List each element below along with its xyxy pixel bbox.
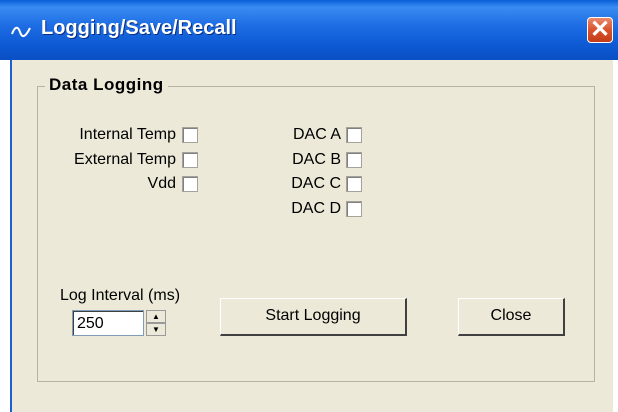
close-icon: ✕ [589,16,611,43]
dac-c-checkbox[interactable] [346,176,362,192]
close-window-button[interactable]: ✕ [587,16,613,43]
start-logging-button[interactable]: Start Logging [220,298,407,336]
log-interval-spinner[interactable]: ▲ ▼ [146,310,166,336]
dac-a-label: DAC A [292,126,341,143]
internal-temp-checkbox[interactable] [182,127,198,143]
dac-c-label: DAC C [291,175,341,192]
close-button[interactable]: Close [458,298,565,336]
vdd-checkbox[interactable] [182,176,198,192]
dialog-body: Data Logging Internal Temp External Temp… [10,60,613,412]
spin-up-icon[interactable]: ▲ [146,310,166,323]
log-interval-label: Log Interval (ms) [60,287,181,304]
vdd-label: Vdd [147,175,176,192]
internal-temp-label: Internal Temp [79,126,176,143]
group-title: Data Logging [45,75,168,95]
log-interval-input[interactable]: 250 [72,310,144,336]
dac-b-checkbox[interactable] [346,152,362,168]
dac-a-checkbox[interactable] [346,127,362,143]
app-icon [11,26,31,38]
spin-down-icon[interactable]: ▼ [146,323,166,336]
window-title: Logging/Save/Recall [41,17,237,39]
dac-b-label: DAC B [292,151,341,168]
external-temp-checkbox[interactable] [182,152,198,168]
external-temp-label: External Temp [74,151,176,168]
title-bar[interactable]: Logging/Save/Recall ✕ [0,0,618,60]
dac-d-checkbox[interactable] [346,201,362,217]
dac-d-label: DAC D [291,200,341,217]
